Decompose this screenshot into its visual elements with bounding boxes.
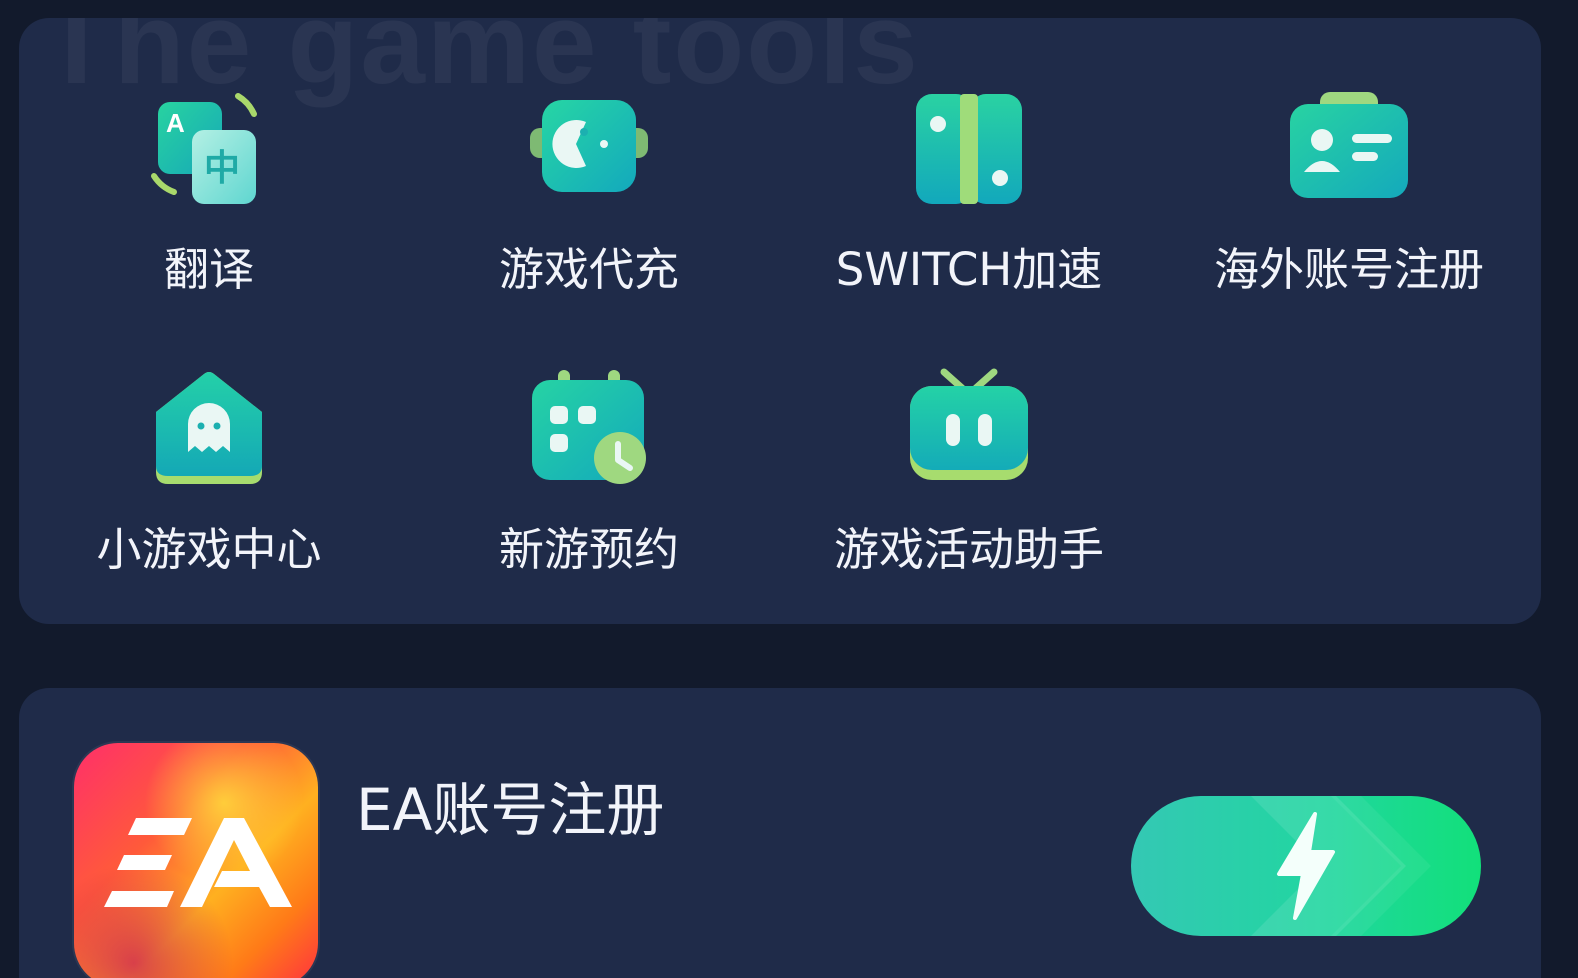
ghost-house-icon	[144, 368, 274, 498]
ea-logo	[74, 743, 318, 978]
tool-item-new-game-reservation[interactable]: 新游预约	[399, 18, 779, 576]
robot-tv-icon	[904, 368, 1034, 498]
ea-account-card[interactable]: EA账号注册	[19, 688, 1541, 978]
app-root: The game tools A 中 翻译 游戏代充 SWITCH加速 海外账号…	[0, 0, 1578, 978]
tool-label: 海外账号注册	[1213, 243, 1484, 296]
tool-label: 新游预约	[498, 523, 679, 576]
tool-label: 游戏活动助手	[833, 523, 1104, 576]
calendar-clock-icon	[524, 368, 654, 498]
lightning-bolt-icon	[1277, 812, 1335, 920]
tool-item-event-helper[interactable]: 游戏活动助手	[779, 18, 1159, 576]
tool-item-mini-games[interactable]: 小游戏中心	[19, 18, 399, 576]
id-card-icon	[1284, 88, 1414, 218]
tool-label: 小游戏中心	[96, 523, 322, 576]
game-tools-panel: The game tools A 中 翻译 游戏代充 SWITCH加速 海外账号…	[19, 18, 1541, 624]
tool-item-overseas-account[interactable]: 海外账号注册	[1159, 18, 1539, 296]
boost-button[interactable]	[1131, 796, 1481, 936]
ea-logo-icon	[104, 818, 292, 907]
ea-card-title: EA账号注册	[356, 776, 665, 844]
